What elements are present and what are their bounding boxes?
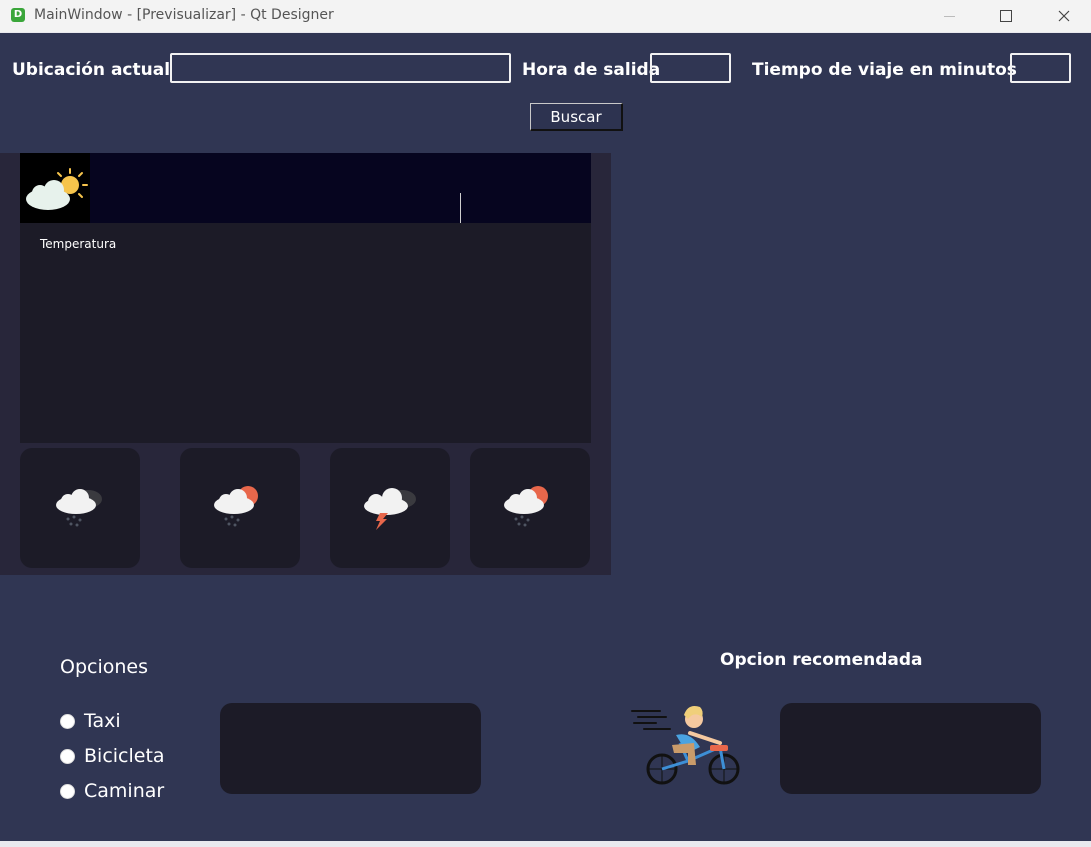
forecast-card-1 [20,448,140,568]
options-result-box [220,703,481,794]
main-window: Ubicación actual Hora de salida Tiempo d… [0,33,1091,841]
temperature-chart-area: Temperatura [20,223,591,443]
close-icon [1058,10,1070,22]
minimize-icon [943,15,955,17]
close-button[interactable] [1041,0,1087,32]
sun-cloud-rain-icon [214,486,258,527]
location-input[interactable] [170,53,511,83]
search-button[interactable]: Buscar [530,103,623,131]
recommendation-result-box [780,703,1041,794]
maximize-button[interactable] [983,0,1029,32]
cyclist-icon [630,691,742,785]
rain-cloud-icon [56,489,102,527]
option-label: Taxi [84,710,121,732]
option-taxi[interactable]: Taxi [60,710,121,732]
travel-time-label: Tiempo de viaje en minutos [752,60,1017,80]
radio-bicicleta[interactable] [60,748,75,764]
header-divider [460,193,461,223]
forecast-card-3 [330,448,450,568]
forecast-card-4 [470,448,590,568]
temperature-label: Temperatura [40,237,117,251]
title-bar: D MainWindow - [Previsualizar] - Qt Desi… [0,0,1091,32]
options-title: Opciones [60,656,148,678]
partly-cloudy-sun-icon [20,153,90,223]
window-title: MainWindow - [Previsualizar] - Qt Design… [34,7,334,23]
travel-time-input[interactable] [1010,53,1071,83]
option-label: Bicicleta [84,745,165,767]
location-label: Ubicación actual [12,60,171,80]
recommendation-title: Opcion recomendada [720,650,923,670]
radio-caminar[interactable] [60,783,75,799]
option-caminar[interactable]: Caminar [60,780,164,802]
departure-time-input[interactable] [650,53,731,83]
weather-header [20,153,591,223]
sun-cloud-rain-icon [504,486,548,527]
qt-designer-icon: D [11,8,25,22]
radio-taxi[interactable] [60,713,75,729]
weather-panel: Temperatura [0,153,611,575]
maximize-icon [1000,10,1012,22]
option-bicicleta[interactable]: Bicicleta [60,745,165,767]
thunderstorm-icon [364,488,416,530]
forecast-card-2 [180,448,300,568]
option-label: Caminar [84,780,165,802]
minimize-button[interactable] [926,0,972,32]
departure-label: Hora de salida [522,60,661,80]
